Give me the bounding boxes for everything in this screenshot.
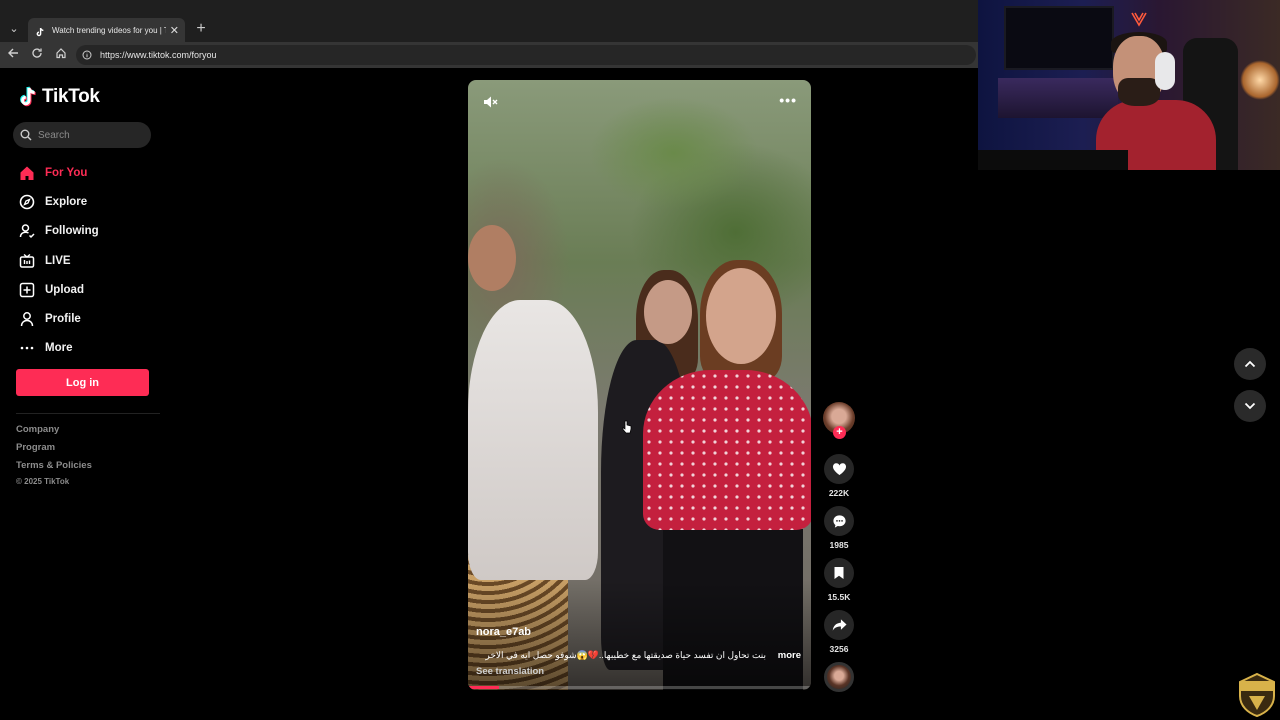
sidebar-item-label: Explore: [45, 195, 88, 208]
browser-tab[interactable]: Watch trending videos for you | TikTok ✕: [28, 18, 185, 42]
home-icon: [18, 164, 36, 182]
music-disc-icon[interactable]: [824, 662, 854, 692]
webcam-detail: [1240, 60, 1280, 100]
sidebar-item-more[interactable]: More: [18, 334, 158, 363]
tab-title: Watch trending videos for you | TikTok: [52, 25, 166, 35]
follow-plus-icon[interactable]: +: [833, 426, 846, 439]
video-frame-detail: [468, 225, 516, 291]
action-rail: + 222K 1985 15.5K 3256: [822, 402, 856, 692]
tiktok-favicon-icon: [34, 25, 45, 36]
login-button[interactable]: Log in: [16, 369, 149, 396]
reload-icon[interactable]: [28, 46, 46, 64]
bookmark-icon: [834, 567, 844, 579]
video-progress-bar[interactable]: [468, 686, 811, 689]
video-frame-detail: [706, 268, 776, 364]
sidebar-item-for-you[interactable]: For You: [18, 158, 158, 187]
share-count: 3256: [829, 644, 849, 654]
close-tab-icon[interactable]: ✕: [170, 24, 179, 37]
see-translation-link[interactable]: See translation: [476, 666, 544, 677]
save-button[interactable]: [824, 558, 854, 588]
home-icon[interactable]: [52, 46, 70, 64]
share-arrow-icon: [832, 619, 847, 631]
video-player[interactable]: ••• nora_e7ab بنت تحاول ان تفسد حياة صدي…: [468, 80, 811, 690]
sidebar-item-label: Profile: [45, 313, 81, 326]
sidebar-nav: For You Explore Following LIVE Upload Pr…: [18, 158, 158, 363]
next-video-button[interactable]: [1234, 390, 1266, 422]
video-progress-fill: [468, 686, 499, 689]
sidebar-item-profile[interactable]: Profile: [18, 304, 158, 333]
channel-badge-logo: [1239, 672, 1275, 718]
sidebar-item-label: Following: [45, 225, 99, 238]
volume-muted-icon[interactable]: [482, 94, 498, 110]
ellipsis-icon: [18, 339, 36, 357]
webcam-detail: [978, 150, 1128, 170]
url-text[interactable]: https://www.tiktok.com/foryou: [100, 50, 217, 60]
tab-search-dropdown-icon[interactable]: ⌄: [4, 19, 24, 39]
copyright-text: © 2025 TikTok: [16, 477, 70, 486]
sidebar-item-live[interactable]: LIVE: [18, 246, 158, 275]
sidebar-item-label: For You: [45, 166, 88, 179]
search-icon: [20, 129, 32, 141]
video-caption: بنت تحاول ان تفسد حياة صديقتها مع خطيبها…: [485, 650, 766, 660]
music-disc[interactable]: [822, 662, 856, 692]
chevron-down-icon: [1244, 402, 1256, 410]
heart-icon: [832, 463, 846, 476]
tiktok-logo-icon: [20, 86, 36, 107]
video-options-icon[interactable]: •••: [779, 92, 797, 108]
webcam-detail: [998, 78, 1118, 118]
tiktok-logo[interactable]: TikTok: [18, 86, 100, 108]
new-tab-button[interactable]: +: [193, 19, 209, 39]
like-count: 222K: [828, 488, 850, 498]
sidebar-item-label: More: [45, 342, 73, 355]
neon-logo-icon: [1131, 12, 1147, 27]
share-button[interactable]: [824, 610, 854, 640]
save-action[interactable]: 15.5K: [822, 558, 856, 604]
search-input[interactable]: [38, 129, 138, 141]
chevron-up-icon: [1244, 360, 1256, 368]
live-tv-icon: [18, 252, 36, 270]
like-button[interactable]: [824, 454, 854, 484]
webcam-overlay: [978, 0, 1280, 170]
share-action[interactable]: 3256: [822, 610, 856, 656]
sidebar-item-label: LIVE: [45, 254, 71, 267]
webcam-detail: [1118, 78, 1160, 106]
user-follow-icon: [18, 222, 36, 240]
back-arrow-icon[interactable]: [4, 46, 22, 64]
search-box[interactable]: [13, 122, 151, 148]
upload-plus-icon: [18, 281, 36, 299]
comment-action[interactable]: 1985: [822, 506, 856, 552]
headset-icon: [1155, 52, 1175, 90]
save-count: 15.5K: [827, 592, 851, 602]
video-frame-detail: [468, 300, 598, 580]
video-author[interactable]: nora_e7ab: [476, 626, 531, 638]
sidebar-item-following[interactable]: Following: [18, 217, 158, 246]
sidebar-item-explore[interactable]: Explore: [18, 187, 158, 216]
sidebar-item-label: Upload: [45, 283, 84, 296]
sidebar-divider: [16, 413, 160, 414]
footer-link-terms[interactable]: Terms & Policies: [16, 459, 92, 477]
logo-text: TikTok: [42, 86, 100, 107]
sidebar-footer: Company Program Terms & Policies © 2025 …: [16, 423, 92, 486]
address-bar[interactable]: https://www.tiktok.com/foryou: [76, 45, 976, 65]
compass-icon: [18, 193, 36, 211]
comment-button[interactable]: [824, 506, 854, 536]
comment-icon: [832, 514, 846, 528]
sidebar-item-upload[interactable]: Upload: [18, 275, 158, 304]
video-frame-detail: [644, 280, 692, 344]
author-avatar[interactable]: +: [823, 402, 855, 439]
previous-video-button[interactable]: [1234, 348, 1266, 380]
caption-more-button[interactable]: more: [778, 650, 801, 661]
hand-cursor-icon: [622, 420, 632, 434]
comment-count: 1985: [829, 540, 849, 550]
site-info-icon[interactable]: [82, 50, 92, 60]
like-action[interactable]: 222K: [822, 454, 856, 500]
footer-link-program[interactable]: Program: [16, 441, 92, 459]
video-frame-detail: [643, 370, 811, 530]
webcam-detail: [1004, 6, 1114, 70]
footer-link-company[interactable]: Company: [16, 423, 92, 441]
user-icon: [18, 310, 36, 328]
